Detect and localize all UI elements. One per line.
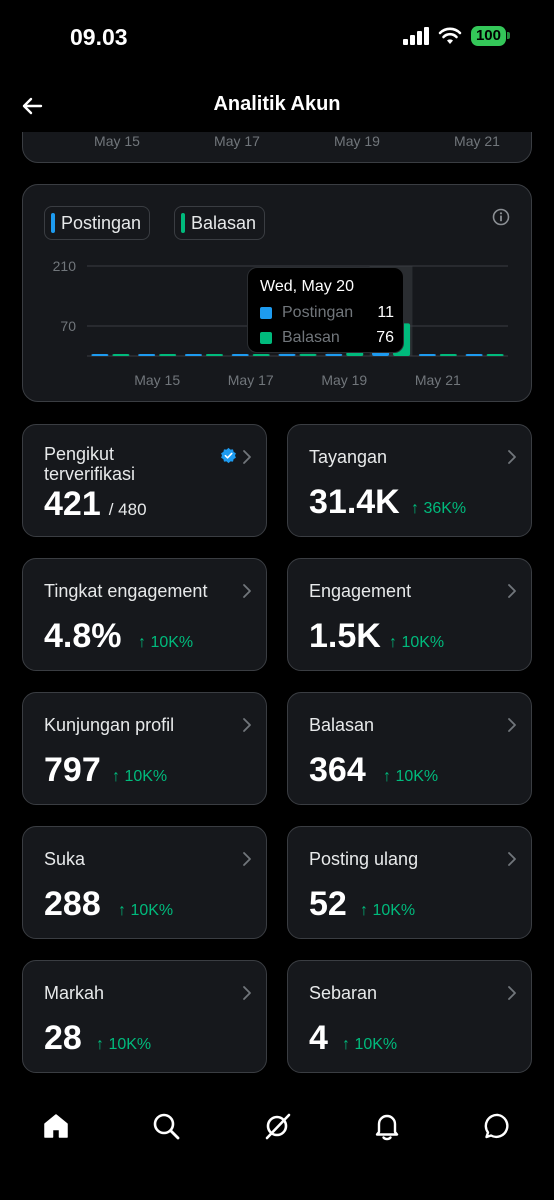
stat-card-bookmarks[interactable]: Markah 28 ↑ 10K%	[22, 960, 267, 1073]
tooltip-row-balasan: Balasan 76	[260, 329, 394, 347]
stat-change: ↑ 10K%	[138, 634, 194, 651]
stat-value: 31.4K	[309, 483, 400, 521]
chevron-right-icon	[508, 584, 516, 598]
tooltip-row-postingan: Postingan 11	[260, 304, 394, 322]
stat-label: Sebaran	[309, 983, 378, 1003]
tab-notifications[interactable]	[369, 1108, 405, 1144]
stat-value: 4	[309, 1019, 328, 1057]
stat-value: 288	[44, 885, 101, 923]
stat-value: 364	[309, 751, 366, 789]
bar-balasan	[205, 354, 223, 356]
y-tick-label: 210	[53, 258, 77, 274]
stat-label: Engagement	[309, 581, 412, 601]
stat-change: ↑ 10K%	[342, 1036, 398, 1053]
stat-card-impressions[interactable]: Tayangan 31.4K ↑ 36K%	[287, 424, 532, 537]
stat-card-likes[interactable]: Suka 288 ↑ 10K%	[22, 826, 267, 939]
chevron-right-icon	[243, 718, 251, 732]
verified-badge-icon	[221, 447, 236, 464]
stat-label: Suka	[44, 849, 86, 869]
stat-change: ↑ 10K%	[112, 768, 168, 785]
bar-postingan	[91, 354, 109, 356]
bar-postingan	[465, 354, 483, 356]
bar-postingan	[184, 354, 202, 356]
bar-balasan	[252, 354, 270, 356]
stat-change: ↑ 10K%	[383, 768, 439, 785]
stat-change: ↑ 10K%	[389, 634, 445, 651]
stat-change: ↑ 10K%	[96, 1036, 152, 1053]
stat-card-verified-followers[interactable]: Pengikut terverifikasi 421 / 480	[22, 424, 267, 537]
bottom-tab-bar	[0, 1090, 554, 1200]
stat-card-profile-visits[interactable]: Kunjungan profil 797 ↑ 10K%	[22, 692, 267, 805]
chart-tooltip: Wed, May 20 Postingan 11 Balasan 76	[247, 267, 404, 353]
grok-icon	[265, 1113, 291, 1140]
bar-postingan	[418, 354, 436, 356]
chevron-right-icon	[243, 852, 251, 866]
messages-icon	[484, 1113, 509, 1139]
stat-card-engagements[interactable]: Engagement 1.5K ↑ 10K%	[287, 558, 532, 671]
bar-balasan	[159, 354, 177, 356]
x-tick-label: May 19	[321, 372, 367, 388]
bar-balasan	[439, 354, 457, 356]
chevron-right-icon	[508, 450, 516, 464]
stat-value-number: 421	[44, 485, 101, 523]
stat-change: ↑ 10K%	[360, 902, 416, 919]
chevron-right-icon	[243, 584, 251, 598]
bar-postingan	[325, 353, 343, 356]
x-tick-label: May 15	[134, 372, 180, 388]
tab-search[interactable]	[148, 1108, 184, 1144]
stat-value: 1.5K	[309, 617, 381, 655]
stat-value: 52	[309, 885, 347, 923]
tooltip-series-value: 76	[376, 329, 394, 346]
notifications-icon	[375, 1114, 399, 1141]
stat-value: 28	[44, 1019, 82, 1057]
chevron-right-icon	[508, 718, 516, 732]
x-tick-label: May 21	[415, 372, 461, 388]
stat-label: Tayangan	[309, 447, 388, 467]
tab-messages[interactable]	[480, 1108, 516, 1144]
chevron-right-icon	[508, 986, 516, 1000]
stat-card-replies[interactable]: Balasan 364 ↑ 10K%	[287, 692, 532, 805]
bar-postingan	[231, 354, 249, 356]
bar-balasan	[299, 353, 317, 356]
stat-label: Markah	[44, 983, 105, 1003]
tab-grok[interactable]	[259, 1108, 295, 1144]
stat-change: ↑ 10K%	[118, 902, 174, 919]
stat-card-reposts[interactable]: Posting ulang 52 ↑ 10K%	[287, 826, 532, 939]
stat-value-total: / 480	[108, 500, 147, 519]
bar-postingan	[278, 353, 296, 356]
stat-card-engagement-rate[interactable]: Tingkat engagement 4.8% ↑ 10K%	[22, 558, 267, 671]
x-tick-label: May 17	[228, 372, 274, 388]
tooltip-series-value: 11	[377, 304, 394, 321]
tab-home[interactable]	[38, 1108, 74, 1144]
stat-label: Pengikut terverifikasi	[44, 444, 136, 484]
y-tick-label: 70	[60, 318, 76, 334]
tooltip-swatch	[260, 307, 272, 319]
bar-postingan	[138, 354, 156, 356]
tooltip-swatch	[260, 332, 272, 344]
chevron-right-icon	[243, 450, 251, 464]
bar-balasan	[486, 354, 504, 356]
stat-value: 797	[44, 751, 101, 789]
home-icon	[44, 1114, 68, 1138]
stat-label: Posting ulang	[309, 849, 419, 869]
stat-label: Kunjungan profil	[44, 715, 175, 735]
stat-label: Balasan	[309, 715, 375, 735]
search-icon	[153, 1113, 180, 1140]
stat-value: 4.8%	[44, 617, 122, 655]
tooltip-date: Wed, May 20	[260, 278, 354, 295]
bar-balasan	[112, 354, 130, 356]
stat-value: 421 / 480	[44, 485, 147, 524]
chevron-right-icon	[243, 986, 251, 1000]
tooltip-series-name: Postingan	[282, 304, 354, 321]
stat-change: ↑ 36K%	[411, 500, 467, 517]
stat-label: Tingkat engagement	[44, 581, 208, 601]
tooltip-series-name: Balasan	[282, 329, 340, 346]
stat-card-shares[interactable]: Sebaran 4 ↑ 10K%	[287, 960, 532, 1073]
chevron-right-icon	[508, 852, 516, 866]
